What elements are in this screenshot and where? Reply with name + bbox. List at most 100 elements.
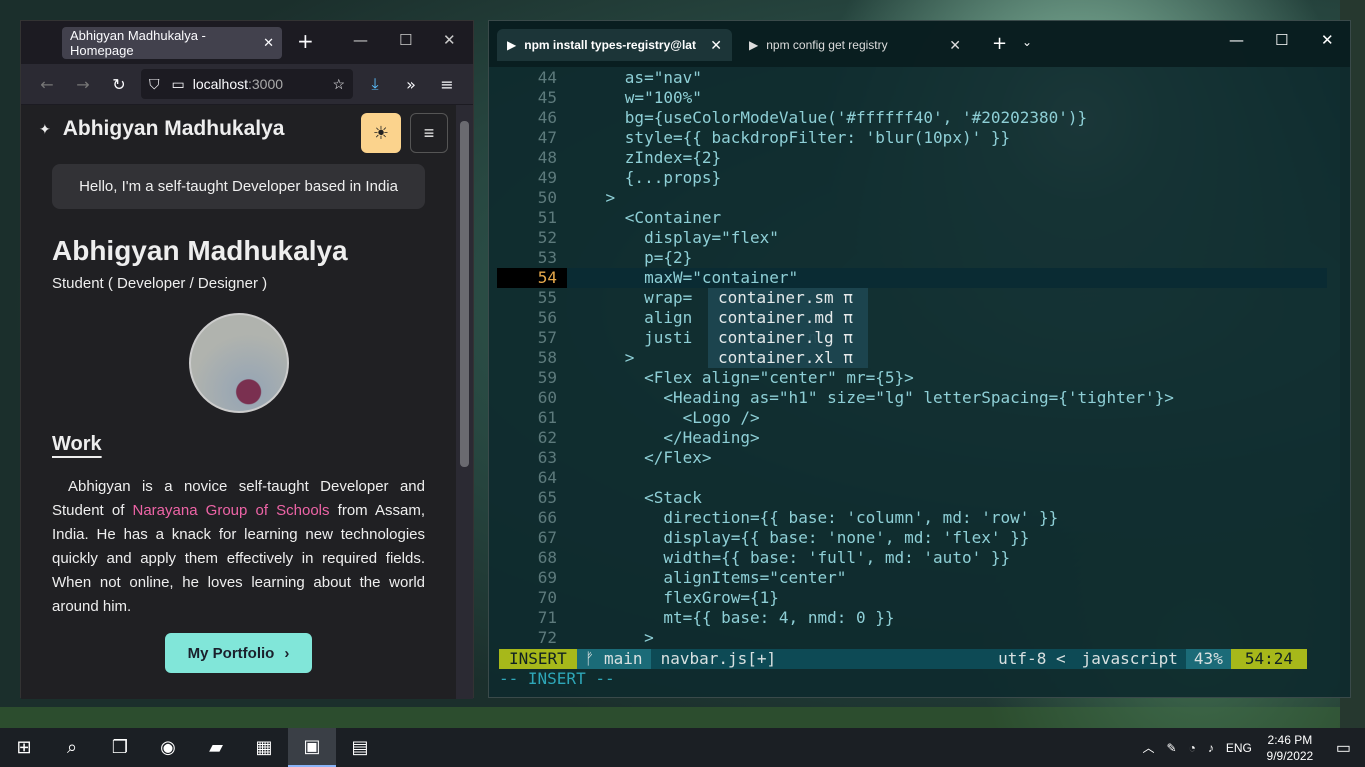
- code-line[interactable]: 63 </Flex>: [497, 448, 1327, 468]
- firefox-icon[interactable]: ◉: [144, 728, 192, 767]
- notification-icon[interactable]: ▭: [1322, 738, 1365, 758]
- scroll-thumb[interactable]: [460, 121, 469, 467]
- close-window-icon[interactable]: ✕: [1321, 31, 1334, 49]
- portfolio-button[interactable]: My Portfolio ›: [165, 633, 312, 673]
- code-line[interactable]: 61 <Logo />: [497, 408, 1327, 428]
- line-number: 60: [537, 388, 557, 407]
- code-line[interactable]: 60 <Heading as="h1" size="lg" letterSpac…: [497, 388, 1327, 408]
- new-tab-icon[interactable]: +: [992, 33, 1007, 54]
- shield-icon[interactable]: ⛉: [149, 76, 160, 93]
- tab-strip: Abhigyan Madhukalya - Homepage ✕ + — ☐ ✕: [21, 21, 473, 64]
- maximize-icon[interactable]: ☐: [1275, 31, 1288, 49]
- line-text: mt={{ base: 4, nmd: 0 }}: [567, 608, 895, 627]
- code-line[interactable]: 67 display={{ base: 'none', md: 'flex' }…: [497, 528, 1327, 548]
- sun-icon[interactable]: ☀: [361, 113, 401, 153]
- code-line[interactable]: 56 align: [497, 308, 1327, 328]
- status-branch: ᚠ main: [576, 649, 651, 669]
- hamburger-menu-icon[interactable]: ≡: [429, 75, 465, 94]
- line-number: 50: [537, 188, 557, 207]
- line-text: >: [567, 628, 654, 647]
- maximize-icon[interactable]: ☐: [399, 31, 412, 49]
- file-explorer-icon[interactable]: ▰: [192, 728, 240, 767]
- download-icon[interactable]: ⤓: [357, 74, 393, 94]
- url-bar[interactable]: ⛉ ▭ localhost:3000 ☆: [141, 69, 353, 99]
- pen-icon[interactable]: ✎: [1161, 741, 1183, 755]
- code-line[interactable]: 54 maxW="container": [497, 268, 1327, 288]
- code-line[interactable]: 72 >: [497, 628, 1327, 648]
- line-text: w="100%": [567, 88, 702, 107]
- overflow-chevron-icon[interactable]: »: [393, 75, 429, 94]
- code-line[interactable]: 46 bg={useColorModeValue('#ffffff40', '#…: [497, 108, 1327, 128]
- minimize-icon[interactable]: —: [353, 31, 368, 49]
- line-text: maxW="container": [567, 268, 799, 287]
- code-line[interactable]: 64: [497, 468, 1327, 488]
- code-line[interactable]: 50 >: [497, 188, 1327, 208]
- line-text: alignItems="center": [567, 568, 847, 587]
- code-line[interactable]: 69 alignItems="center": [497, 568, 1327, 588]
- autocomplete-popup[interactable]: container.sm π container.md π container.lg…: [708, 288, 868, 368]
- code-line[interactable]: 58 >: [497, 348, 1327, 368]
- reload-icon[interactable]: ↻: [101, 75, 137, 94]
- code-line[interactable]: 57 justi n": [497, 328, 1327, 348]
- start-icon[interactable]: ⊞: [0, 728, 48, 767]
- school-link[interactable]: Narayana Group of Schools: [133, 502, 330, 519]
- wifi-icon[interactable]: ◔: [1183, 741, 1202, 755]
- line-number: 51: [537, 208, 557, 227]
- menu-icon[interactable]: ≡: [410, 113, 448, 153]
- paw-logo-icon[interactable]: ✦: [39, 121, 51, 138]
- code-line[interactable]: 71 mt={{ base: 4, nmd: 0 }}: [497, 608, 1327, 628]
- line-text: <Stack: [567, 488, 702, 507]
- suggestion-item[interactable]: container.xl π: [708, 348, 868, 368]
- code-line[interactable]: 44 as="nav": [497, 68, 1327, 88]
- code-line[interactable]: 59 <Flex align="center" mr={5}>: [497, 368, 1327, 388]
- code-line[interactable]: 49 {...props}: [497, 168, 1327, 188]
- bookmark-star-icon[interactable]: ☆: [332, 76, 345, 93]
- vim-cmdline: -- INSERT --: [499, 669, 615, 688]
- chevron-up-icon[interactable]: ︿: [1137, 739, 1161, 756]
- clock[interactable]: 2:46 PM 9/9/2022: [1258, 732, 1322, 764]
- scrollbar[interactable]: [456, 105, 473, 699]
- code-line[interactable]: 66 direction={{ base: 'column', md: 'row…: [497, 508, 1327, 528]
- code-line[interactable]: 47 style={{ backdropFilter: 'blur(10px)'…: [497, 128, 1327, 148]
- code-line[interactable]: 62 </Heading>: [497, 428, 1327, 448]
- firefox-window: Abhigyan Madhukalya - Homepage ✕ + — ☐ ✕…: [20, 20, 474, 699]
- suggestion-item[interactable]: container.sm π: [708, 288, 868, 308]
- browser-tab[interactable]: Abhigyan Madhukalya - Homepage ✕: [62, 27, 282, 59]
- code-line[interactable]: 52 display="flex": [497, 228, 1327, 248]
- terminal-tab-1[interactable]: ▶ npm install types-registry@lat ✕: [497, 29, 732, 61]
- code-line[interactable]: 45 w="100%": [497, 88, 1327, 108]
- suggestion-item[interactable]: container.md π: [708, 308, 868, 328]
- back-icon[interactable]: ←: [29, 75, 65, 94]
- code-line[interactable]: 55 wrap=: [497, 288, 1327, 308]
- close-tab-icon[interactable]: ✕: [263, 35, 274, 51]
- search-icon[interactable]: ⌕: [48, 728, 96, 767]
- line-text: width={{ base: 'full', md: 'auto' }}: [567, 548, 1011, 567]
- code-editor[interactable]: 44 as="nav" 45 w="100%" 46 bg={useColorMod…: [497, 68, 1327, 648]
- code-line[interactable]: 70 flexGrow={1}: [497, 588, 1327, 608]
- code-line[interactable]: 53 p={2}: [497, 248, 1327, 268]
- profile-name: Abhigyan Madhukalya: [52, 235, 348, 266]
- volume-icon[interactable]: ♪: [1202, 741, 1220, 755]
- code-line[interactable]: 51 <Container: [497, 208, 1327, 228]
- terminal-icon[interactable]: ▣: [288, 728, 336, 767]
- close-window-icon[interactable]: ✕: [443, 31, 456, 49]
- code-line[interactable]: 48 zIndex={2}: [497, 148, 1327, 168]
- site-logo-text[interactable]: Abhigyan Madhukalya: [63, 117, 285, 141]
- minimize-icon[interactable]: —: [1229, 31, 1244, 49]
- code-line[interactable]: 65 <Stack: [497, 488, 1327, 508]
- suggestion-item[interactable]: container.lg π: [708, 328, 868, 348]
- language-indicator[interactable]: ENG: [1220, 741, 1258, 755]
- app-icon[interactable]: ▤: [336, 728, 384, 767]
- close-tab-icon[interactable]: ✕: [949, 37, 961, 54]
- new-tab-icon[interactable]: +: [297, 29, 314, 53]
- terminal-tab-2[interactable]: ▶ npm config get registry ✕: [739, 29, 971, 61]
- terminal-tab-strip: ▶ npm install types-registry@lat ✕ ▶ npm co…: [489, 21, 1350, 67]
- forward-icon[interactable]: →: [65, 75, 101, 94]
- store-icon[interactable]: ▦: [240, 728, 288, 767]
- line-number: 52: [537, 228, 557, 247]
- close-tab-icon[interactable]: ✕: [710, 37, 722, 54]
- status-position: 54:24: [1230, 649, 1307, 669]
- code-line[interactable]: 68 width={{ base: 'full', md: 'auto' }}: [497, 548, 1327, 568]
- chevron-down-icon[interactable]: ⌄: [1022, 35, 1032, 49]
- task-view-icon[interactable]: ❐: [96, 728, 144, 767]
